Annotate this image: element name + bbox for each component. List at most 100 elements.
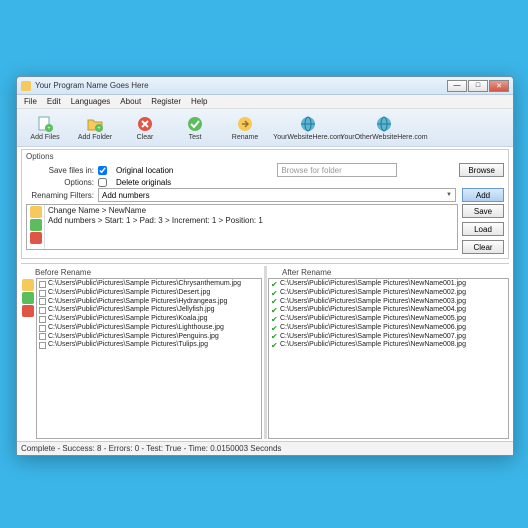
clear-icon	[136, 115, 154, 133]
split-panel: Before Rename C:\Users\Public\Pictures\S…	[21, 263, 509, 439]
checkbox-icon[interactable]	[39, 342, 46, 349]
list-item[interactable]: ✔C:\Users\Public\Pictures\Sample Picture…	[271, 333, 506, 342]
file-path: C:\Users\Public\Pictures\Sample Pictures…	[280, 324, 466, 333]
vertical-splitter[interactable]	[264, 266, 267, 439]
before-label: Before Rename	[35, 268, 262, 277]
list-item[interactable]: C:\Users\Public\Pictures\Sample Pictures…	[39, 306, 259, 315]
after-list[interactable]: ✔C:\Users\Public\Pictures\Sample Picture…	[268, 278, 509, 439]
delete-originals-label: Delete originals	[116, 178, 171, 187]
checkbox-icon[interactable]	[39, 333, 46, 340]
add-folder-button[interactable]: +Add Folder	[71, 115, 119, 141]
file-path: C:\Users\Public\Pictures\Sample Pictures…	[280, 315, 466, 324]
delete-originals-checkbox[interactable]	[98, 178, 107, 187]
check-icon: ✔	[271, 342, 278, 349]
list-item[interactable]: C:\Users\Public\Pictures\Sample Pictures…	[39, 298, 259, 307]
checkbox-icon[interactable]	[39, 298, 46, 305]
globe-icon	[299, 115, 317, 133]
file-path: C:\Users\Public\Pictures\Sample Pictures…	[280, 280, 466, 289]
before-edit-icon[interactable]	[22, 279, 34, 291]
list-item[interactable]: C:\Users\Public\Pictures\Sample Pictures…	[39, 289, 259, 298]
file-path: C:\Users\Public\Pictures\Sample Pictures…	[48, 289, 210, 298]
save-files-label: Save files in:	[26, 166, 98, 175]
check-icon: ✔	[271, 290, 278, 297]
check-icon: ✔	[271, 316, 278, 323]
globe-icon	[375, 115, 393, 133]
add-filter-button[interactable]: Add	[462, 188, 504, 202]
list-item[interactable]: ✔C:\Users\Public\Pictures\Sample Picture…	[271, 280, 506, 289]
save-filters-button[interactable]: Save	[462, 204, 504, 218]
list-item[interactable]: C:\Users\Public\Pictures\Sample Pictures…	[39, 315, 259, 324]
menu-register[interactable]: Register	[146, 97, 186, 106]
browse-folder-input[interactable]: Browse for folder	[277, 163, 397, 177]
edit-filter-icon[interactable]	[30, 206, 42, 218]
filter-list[interactable]: Change Name > NewName Add numbers > Star…	[26, 204, 458, 250]
checkbox-icon[interactable]	[39, 325, 46, 332]
file-path: C:\Users\Public\Pictures\Sample Pictures…	[48, 341, 208, 350]
checkbox-icon[interactable]	[39, 281, 46, 288]
close-button[interactable]: ✕	[489, 80, 509, 92]
filter-line: Change Name > NewName	[48, 206, 454, 216]
menu-about[interactable]: About	[115, 97, 146, 106]
original-location-checkbox[interactable]	[98, 166, 107, 175]
website2-button[interactable]: YourOtherWebsiteHere.com	[347, 115, 421, 141]
list-item[interactable]: ✔C:\Users\Public\Pictures\Sample Picture…	[271, 341, 506, 350]
file-path: C:\Users\Public\Pictures\Sample Pictures…	[48, 280, 241, 289]
add-folder-icon: +	[86, 115, 104, 133]
toolbar: +Add Files +Add Folder Clear Test Rename…	[17, 109, 513, 147]
before-add-icon[interactable]	[22, 292, 34, 304]
menu-help[interactable]: Help	[186, 97, 212, 106]
before-list[interactable]: C:\Users\Public\Pictures\Sample Pictures…	[36, 278, 262, 439]
options-label: Options:	[26, 178, 98, 187]
file-path: C:\Users\Public\Pictures\Sample Pictures…	[280, 341, 466, 350]
load-filters-button[interactable]: Load	[462, 222, 504, 236]
menu-file[interactable]: File	[19, 97, 42, 106]
checkbox-icon[interactable]	[39, 316, 46, 323]
browse-button[interactable]: Browse	[459, 163, 504, 177]
check-icon: ✔	[271, 298, 278, 305]
list-item[interactable]: ✔C:\Users\Public\Pictures\Sample Picture…	[271, 315, 506, 324]
file-path: C:\Users\Public\Pictures\Sample Pictures…	[48, 298, 227, 307]
minimize-button[interactable]: —	[447, 80, 467, 92]
checkbox-icon[interactable]	[39, 307, 46, 314]
maximize-button[interactable]: □	[468, 80, 488, 92]
clear-button[interactable]: Clear	[121, 115, 169, 141]
file-path: C:\Users\Public\Pictures\Sample Pictures…	[280, 306, 466, 315]
after-label: After Rename	[282, 268, 509, 277]
clear-filters-button[interactable]: Clear	[462, 240, 504, 254]
titlebar[interactable]: Your Program Name Goes Here — □ ✕	[17, 77, 513, 95]
menu-languages[interactable]: Languages	[66, 97, 116, 106]
file-path: C:\Users\Public\Pictures\Sample Pictures…	[48, 324, 224, 333]
before-pane: Before Rename C:\Users\Public\Pictures\S…	[21, 266, 262, 439]
options-legend: Options	[26, 152, 504, 161]
list-item[interactable]: ✔C:\Users\Public\Pictures\Sample Picture…	[271, 306, 506, 315]
list-item[interactable]: ✔C:\Users\Public\Pictures\Sample Picture…	[271, 289, 506, 298]
checkbox-icon[interactable]	[39, 290, 46, 297]
file-path: C:\Users\Public\Pictures\Sample Pictures…	[280, 298, 466, 307]
list-item[interactable]: C:\Users\Public\Pictures\Sample Pictures…	[39, 333, 259, 342]
add-files-icon: +	[36, 115, 54, 133]
list-item[interactable]: C:\Users\Public\Pictures\Sample Pictures…	[39, 280, 259, 289]
window-title: Your Program Name Goes Here	[35, 81, 447, 90]
status-bar: Complete - Success: 8 - Errors: 0 - Test…	[17, 441, 513, 455]
menu-edit[interactable]: Edit	[42, 97, 66, 106]
chevron-down-icon: ▼	[446, 192, 452, 198]
list-item[interactable]: C:\Users\Public\Pictures\Sample Pictures…	[39, 324, 259, 333]
website1-button[interactable]: YourWebsiteHere.com	[271, 115, 345, 141]
file-path: C:\Users\Public\Pictures\Sample Pictures…	[280, 289, 466, 298]
app-icon	[21, 81, 31, 91]
test-button[interactable]: Test	[171, 115, 219, 141]
apply-filter-icon[interactable]	[30, 219, 42, 231]
menubar: File Edit Languages About Register Help	[17, 95, 513, 109]
renaming-filters-label: Renaming Filters:	[26, 191, 98, 200]
filter-line: Add numbers > Start: 1 > Pad: 3 > Increm…	[48, 216, 454, 226]
file-path: C:\Users\Public\Pictures\Sample Pictures…	[48, 333, 219, 342]
remove-filter-icon[interactable]	[30, 232, 42, 244]
list-item[interactable]: ✔C:\Users\Public\Pictures\Sample Picture…	[271, 324, 506, 333]
rename-button[interactable]: Rename	[221, 115, 269, 141]
before-remove-icon[interactable]	[22, 305, 34, 317]
list-item[interactable]: ✔C:\Users\Public\Pictures\Sample Picture…	[271, 298, 506, 307]
list-item[interactable]: C:\Users\Public\Pictures\Sample Pictures…	[39, 341, 259, 350]
filter-dropdown[interactable]: Add numbers▼	[98, 188, 456, 202]
file-path: C:\Users\Public\Pictures\Sample Pictures…	[280, 333, 466, 342]
add-files-button[interactable]: +Add Files	[21, 115, 69, 141]
